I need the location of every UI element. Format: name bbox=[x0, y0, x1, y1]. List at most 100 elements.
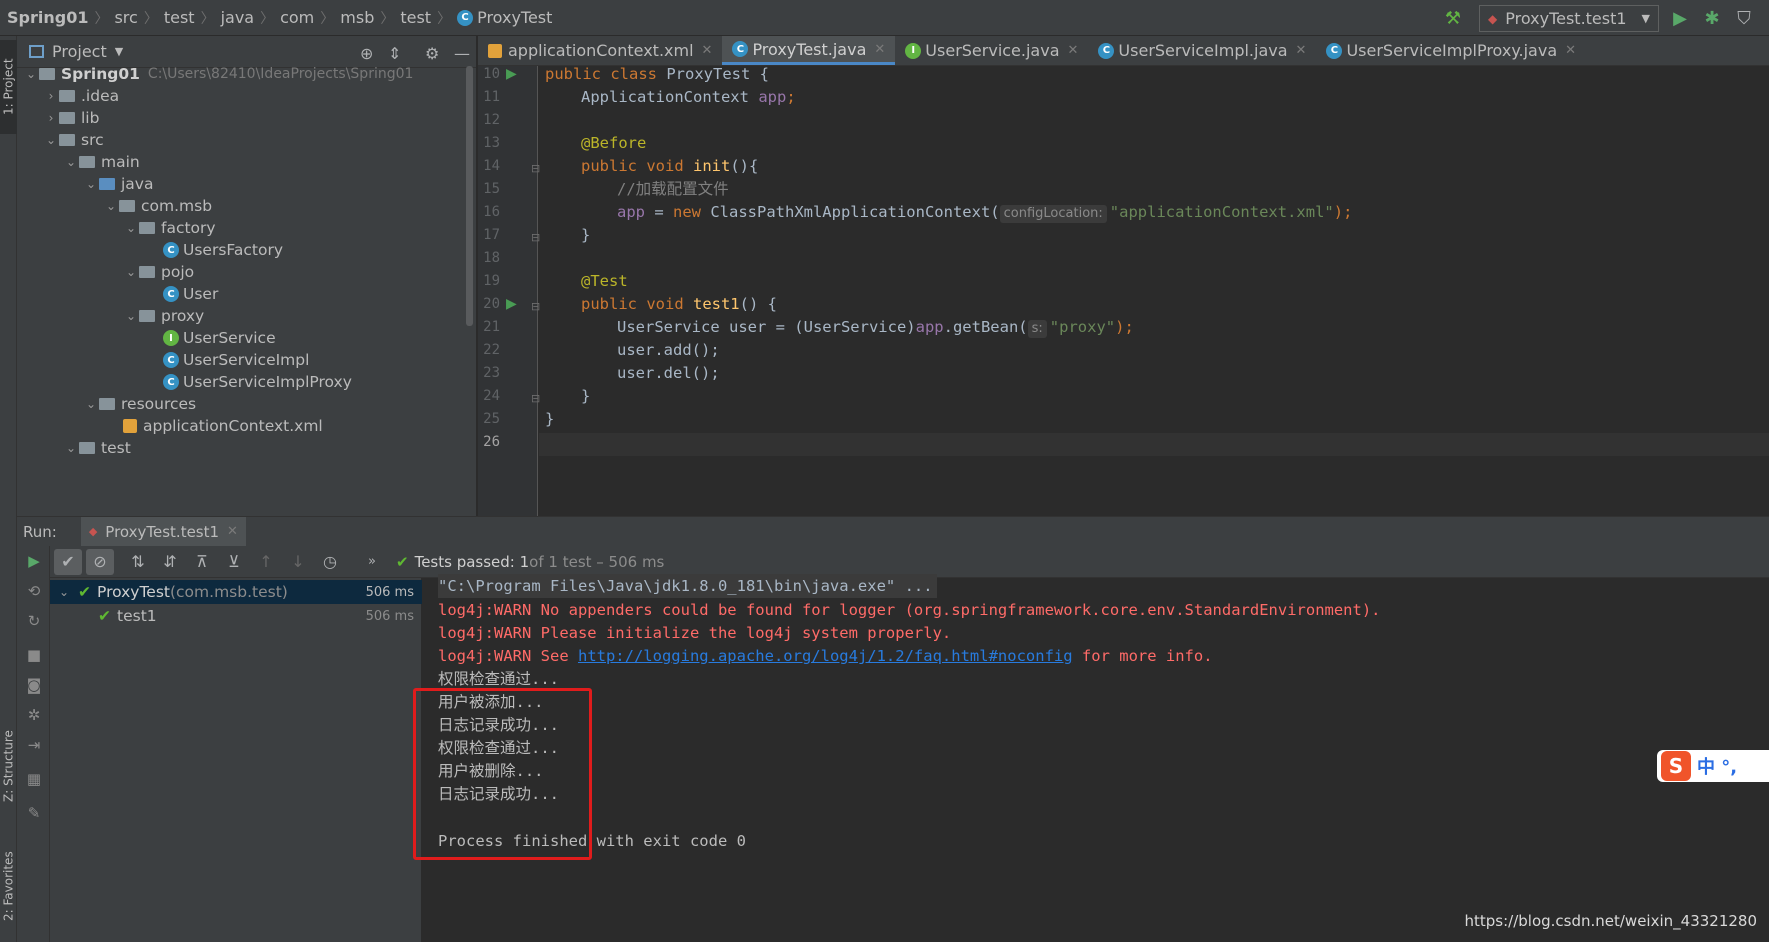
tab-proxytest-java[interactable]: C ProxyTest.java ✕ bbox=[722, 36, 896, 65]
collapse-all-icon[interactable]: ⇕ bbox=[388, 44, 401, 63]
tree-item-userservice[interactable]: I UserService bbox=[163, 327, 276, 349]
tab-favorites-tool[interactable]: 2: Favorites bbox=[0, 836, 17, 936]
sort-duration-icon[interactable]: ⇵ bbox=[156, 549, 184, 575]
run-icon[interactable]: ▶ bbox=[1669, 7, 1691, 29]
tree-item-factory[interactable]: ⌄ factory bbox=[123, 217, 216, 239]
tree-item-label: lib bbox=[81, 109, 100, 127]
code-line-13: @Before bbox=[581, 132, 646, 155]
class-icon: C bbox=[1326, 42, 1343, 59]
test-row-proxytest[interactable]: ⌄ ✔ ProxyTest (com.msb.test) 506 ms bbox=[50, 580, 422, 604]
close-icon[interactable]: ✕ bbox=[874, 42, 885, 57]
breadcrumb-src[interactable]: src bbox=[108, 0, 143, 36]
tree-item-java[interactable]: ⌄ java bbox=[83, 173, 154, 195]
close-icon[interactable]: ✕ bbox=[1068, 43, 1079, 58]
layout-icon[interactable]: ▦ bbox=[23, 768, 45, 790]
console-link[interactable]: http://logging.apache.org/log4j/1.2/faq.… bbox=[578, 647, 1073, 665]
folder-icon bbox=[59, 112, 75, 124]
project-panel-title[interactable]: Project bbox=[52, 42, 107, 61]
run-gutter-icon[interactable]: ▶ bbox=[506, 296, 517, 312]
run-gutter-icon[interactable]: ▶ bbox=[506, 66, 517, 82]
tree-item-proxy[interactable]: ⌄ proxy bbox=[123, 305, 204, 327]
chevron-down-icon[interactable]: ▼ bbox=[115, 45, 123, 58]
tree-item-userserviceimpl[interactable]: C UserServiceImpl bbox=[163, 349, 309, 371]
pin-icon[interactable]: ✎ bbox=[23, 802, 45, 824]
tree-item-main[interactable]: ⌄ main bbox=[63, 151, 140, 173]
run-tab[interactable]: ◆ ProxyTest.test1 ✕ bbox=[80, 516, 246, 547]
ime-toolbar[interactable]: S 中 °, bbox=[1657, 750, 1769, 782]
toggle-autotest-icon[interactable]: ↻ bbox=[23, 610, 45, 632]
breadcrumb-class[interactable]: C ProxyTest bbox=[451, 0, 558, 36]
close-icon[interactable]: ✕ bbox=[1296, 43, 1307, 58]
hide-icon[interactable]: — bbox=[454, 44, 470, 63]
tree-item-idea[interactable]: › .idea bbox=[43, 85, 120, 107]
show-ignored-icon[interactable]: ⊘ bbox=[86, 548, 114, 575]
fold-icon[interactable]: ⊟ bbox=[531, 162, 540, 175]
previous-icon[interactable]: ↑ bbox=[252, 549, 280, 575]
stop-icon[interactable]: ■ bbox=[23, 644, 45, 666]
breadcrumb-test[interactable]: test bbox=[158, 0, 201, 36]
debug-icon[interactable]: ✱ bbox=[1701, 7, 1723, 29]
fold-icon[interactable]: ⊟ bbox=[531, 392, 540, 405]
project-scrollbar[interactable] bbox=[466, 66, 473, 326]
fold-icon[interactable]: ⊟ bbox=[531, 231, 540, 244]
close-icon[interactable]: ✕ bbox=[227, 524, 238, 539]
tree-root-path: C:\Users\82410\IdeaProjects\Spring01 bbox=[147, 66, 414, 82]
line-number: 12 bbox=[483, 112, 500, 128]
class-icon: C bbox=[457, 9, 474, 26]
fold-icon[interactable]: ⊟ bbox=[531, 300, 540, 313]
rerun-icon[interactable]: ▶ bbox=[23, 550, 45, 572]
breadcrumb-msb[interactable]: msb bbox=[334, 0, 380, 36]
breadcrumb-project[interactable]: Spring01 bbox=[0, 0, 94, 36]
history-icon[interactable]: ◷ bbox=[316, 549, 344, 575]
more-icon[interactable]: » bbox=[358, 549, 386, 575]
code-editor[interactable]: 10 11 12 13 14 15 16 17 18 19 20 21 22 2… bbox=[478, 65, 1769, 516]
breadcrumb-java[interactable]: java bbox=[215, 0, 261, 36]
code-token: @Before bbox=[581, 134, 647, 152]
tab-userservice-java[interactable]: I UserService.java ✕ bbox=[895, 36, 1088, 65]
close-icon[interactable]: ✕ bbox=[1565, 43, 1576, 58]
test-config-icon: ◆ bbox=[88, 525, 98, 538]
tree-item-user[interactable]: C User bbox=[163, 283, 218, 305]
tab-applicationcontext-xml[interactable]: applicationContext.xml ✕ bbox=[478, 36, 722, 65]
tree-item-src[interactable]: ⌄ src bbox=[43, 129, 104, 151]
package-icon bbox=[139, 310, 155, 322]
locate-icon[interactable]: ⊕ bbox=[360, 44, 373, 63]
tree-item-pojo[interactable]: ⌄ pojo bbox=[123, 261, 194, 283]
tree-item-label: .idea bbox=[81, 87, 120, 105]
next-icon[interactable]: ↓ bbox=[284, 549, 312, 575]
tab-structure-tool[interactable]: Z: Structure bbox=[0, 706, 17, 826]
tree-item-com-msb[interactable]: ⌄ com.msb bbox=[103, 195, 212, 217]
tree-item-resources[interactable]: ⌄ resources bbox=[83, 393, 196, 415]
collapse-all-icon[interactable]: ⊻ bbox=[220, 549, 248, 575]
import-icon[interactable]: ⇥ bbox=[23, 734, 45, 756]
camera-icon[interactable]: ◙ bbox=[23, 674, 45, 696]
expand-all-icon[interactable]: ⊼ bbox=[188, 549, 216, 575]
tree-item-test[interactable]: ⌄ test bbox=[63, 437, 131, 459]
class-icon: C bbox=[732, 41, 749, 57]
coverage-icon[interactable]: ⛉ bbox=[1733, 7, 1755, 29]
tab-userserviceimpl-java[interactable]: C UserServiceImpl.java ✕ bbox=[1088, 36, 1316, 65]
gear-icon[interactable]: ⚙ bbox=[425, 44, 439, 63]
settings-icon[interactable]: ✲ bbox=[23, 704, 45, 726]
test-row-test1[interactable]: ✔ test1 506 ms bbox=[50, 604, 422, 628]
sort-alpha-icon[interactable]: ⇅ bbox=[124, 549, 152, 575]
tree-item-userserviceimplproxy[interactable]: C UserServiceImplProxy bbox=[163, 371, 352, 393]
tree-item-usersfactory[interactable]: C UsersFactory bbox=[163, 239, 283, 261]
breadcrumb-com[interactable]: com bbox=[274, 0, 320, 36]
ime-mode-text: 中 °, bbox=[1697, 757, 1738, 778]
tab-project-tool[interactable]: 1: Project bbox=[0, 40, 17, 134]
package-icon bbox=[119, 200, 135, 212]
breadcrumb-test-pkg[interactable]: test bbox=[394, 0, 437, 36]
tab-userserviceimplproxy-java[interactable]: C UserServiceImplProxy.java ✕ bbox=[1316, 36, 1586, 65]
console-output[interactable]: "C:\Program Files\Java\jdk1.8.0_181\bin\… bbox=[422, 574, 1769, 942]
rerun-failed-icon[interactable]: ⟲ bbox=[23, 580, 45, 602]
run-config-select[interactable]: ◆ ProxyTest.test1 ▼ bbox=[1479, 5, 1659, 32]
show-passed-icon[interactable]: ✔ bbox=[54, 548, 82, 575]
tree-item-applicationcontext[interactable]: applicationContext.xml bbox=[123, 415, 323, 437]
build-hammer-icon[interactable]: ⚒ bbox=[1442, 7, 1464, 29]
tree-item-root[interactable]: ⌄ Spring01 C:\Users\82410\IdeaProjects\S… bbox=[23, 63, 413, 85]
left-tool-stripe: 1: Project Z: Structure 2: Favorites bbox=[0, 36, 17, 942]
code-line-21: UserService user = (UserService)app.getB… bbox=[617, 316, 1134, 339]
close-icon[interactable]: ✕ bbox=[702, 43, 713, 58]
tree-item-lib[interactable]: › lib bbox=[43, 107, 100, 129]
